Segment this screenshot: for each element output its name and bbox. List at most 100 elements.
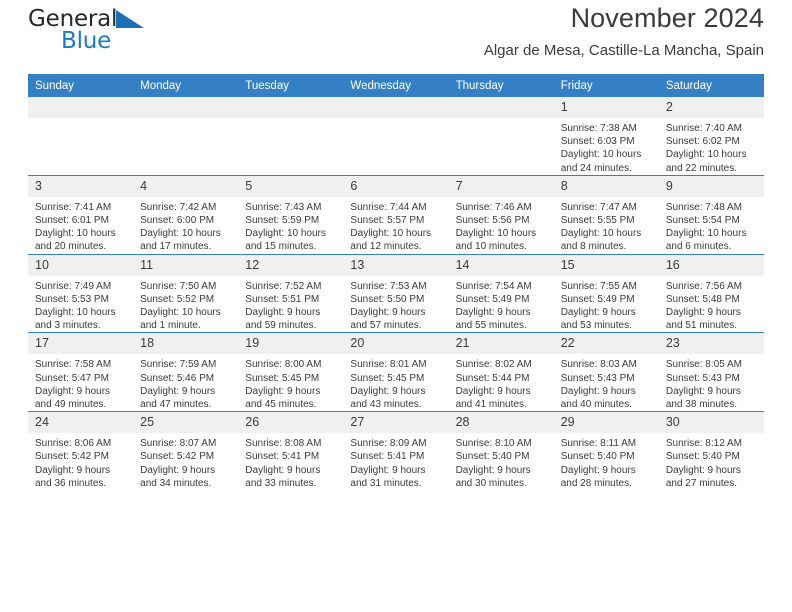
calendar-day-cell[interactable]: 23 Sunrise: 8:05 AM Sunset: 5:43 PM Dayligh… xyxy=(658,332,764,412)
day-details: Sunrise: 7:41 AM Sunset: 6:01 PM Daylight:… xyxy=(28,197,133,254)
sunset-text: Sunset: 5:46 PM xyxy=(140,372,215,384)
sunset-text: Sunset: 6:01 PM xyxy=(35,215,109,227)
general-blue-logo[interactable]: General Blue xyxy=(28,8,145,53)
calendar-day-cell[interactable]: 3 Sunrise: 7:41 AM Sunset: 6:01 PM Daylight… xyxy=(28,174,134,255)
daylight-text: Daylight: 10 hours and 24 minutes. xyxy=(560,149,642,174)
calendar-day-cell[interactable]: 4 Sunrise: 7:42 AM Sunset: 6:00 PM Daylight… xyxy=(133,174,239,255)
calendar-day-cell[interactable]: 16 Sunrise: 7:56 AM Sunset: 5:48 PM Dayligh… xyxy=(658,253,764,333)
calendar-day-cell[interactable]: 8 Sunrise: 7:47 AM Sunset: 5:55 PM Daylight… xyxy=(553,174,659,255)
calendar-day-cell[interactable]: 27 Sunrise: 8:09 AM Sunset: 5:41 PM Dayligh… xyxy=(343,411,449,491)
sunrise-text: Sunrise: 8:07 AM xyxy=(140,438,217,450)
calendar-day-cell[interactable]: 28 Sunrise: 8:10 AM Sunset: 5:40 PM Dayligh… xyxy=(448,411,554,491)
day-details: Sunrise: 7:44 AM Sunset: 5:57 PM Daylight:… xyxy=(343,197,448,254)
day-details: Sunrise: 8:01 AM Sunset: 5:45 PM Daylight:… xyxy=(343,354,448,411)
calendar-day-cell[interactable]: 18 Sunrise: 7:59 AM Sunset: 5:46 PM Dayligh… xyxy=(133,332,239,412)
page-subtitle: Algar de Mesa, Castille-La Mancha, Spain xyxy=(483,41,764,59)
sunset-text: Sunset: 5:42 PM xyxy=(35,451,109,463)
day-number: 15 xyxy=(553,254,659,276)
calendar-week-row: 1 Sunrise: 7:38 AM Sunset: 6:03 PM Daylight… xyxy=(28,97,764,176)
sunrise-text: Sunrise: 7:52 AM xyxy=(245,280,322,292)
weekday-header-sunday: Sunday xyxy=(28,74,134,97)
sunset-text: Sunset: 5:52 PM xyxy=(140,293,215,305)
calendar-day-cell[interactable]: 12 Sunrise: 7:52 AM Sunset: 5:51 PM Dayligh… xyxy=(238,253,344,333)
calendar-day-cell[interactable]: 10 Sunrise: 7:49 AM Sunset: 5:53 PM Dayligh… xyxy=(28,253,134,333)
sunset-text: Sunset: 6:03 PM xyxy=(560,136,635,148)
calendar-day-cell[interactable]: 1 Sunrise: 7:38 AM Sunset: 6:03 PM Daylight… xyxy=(553,97,659,176)
calendar-day-cell[interactable]: 21 Sunrise: 8:02 AM Sunset: 5:44 PM Dayligh… xyxy=(448,332,554,412)
day-details: Sunrise: 7:49 AM Sunset: 5:53 PM Daylight:… xyxy=(28,276,133,333)
day-number: 20 xyxy=(343,333,449,355)
sunrise-text: Sunrise: 8:10 AM xyxy=(455,438,532,450)
calendar-cell-empty xyxy=(28,97,134,176)
sunset-text: Sunset: 5:49 PM xyxy=(560,293,635,305)
calendar-day-cell[interactable]: 5 Sunrise: 7:43 AM Sunset: 5:59 PM Daylight… xyxy=(238,174,344,255)
calendar-cell-empty xyxy=(448,97,554,176)
day-number: 13 xyxy=(343,254,449,276)
calendar-day-cell[interactable]: 2 Sunrise: 7:40 AM Sunset: 6:02 PM Daylight… xyxy=(658,97,764,176)
calendar-week-row: 17 Sunrise: 7:58 AM Sunset: 5:47 PM Dayligh… xyxy=(28,332,764,412)
calendar-day-cell[interactable]: 9 Sunrise: 7:48 AM Sunset: 5:54 PM Daylight… xyxy=(658,174,764,255)
day-details: Sunrise: 8:09 AM Sunset: 5:41 PM Daylight:… xyxy=(343,433,448,490)
daylight-text: Daylight: 10 hours and 12 minutes. xyxy=(350,228,432,253)
calendar-day-cell[interactable]: 30 Sunrise: 8:12 AM Sunset: 5:40 PM Dayligh… xyxy=(658,411,764,491)
calendar-page: General Blue November 2024 Algar de Mesa… xyxy=(0,0,792,612)
weekday-header-wednesday: Wednesday xyxy=(343,74,449,97)
calendar-day-cell[interactable]: 22 Sunrise: 8:03 AM Sunset: 5:43 PM Dayligh… xyxy=(553,332,659,412)
calendar-day-cell[interactable]: 7 Sunrise: 7:46 AM Sunset: 5:56 PM Daylight… xyxy=(448,174,554,255)
logo-triangle-icon xyxy=(116,10,145,33)
daylight-text: Daylight: 9 hours and 40 minutes. xyxy=(560,385,636,411)
calendar-day-cell[interactable]: 17 Sunrise: 7:58 AM Sunset: 5:47 PM Dayligh… xyxy=(28,332,134,412)
day-number: 7 xyxy=(448,175,554,197)
calendar-day-cell[interactable]: 24 Sunrise: 8:06 AM Sunset: 5:42 PM Dayligh… xyxy=(28,411,134,491)
sunrise-text: Sunrise: 8:05 AM xyxy=(665,359,742,371)
sunset-text: Sunset: 5:42 PM xyxy=(140,451,215,463)
sunrise-sunset-calendar: Sunday Monday Tuesday Wednesday Thursday Frid… xyxy=(28,74,764,491)
calendar-day-cell[interactable]: 15 Sunrise: 7:55 AM Sunset: 5:49 PM Dayligh… xyxy=(553,253,659,333)
calendar-day-cell[interactable]: 25 Sunrise: 8:07 AM Sunset: 5:42 PM Dayligh… xyxy=(133,411,239,491)
day-number xyxy=(343,97,449,118)
day-details: Sunrise: 7:55 AM Sunset: 5:49 PM Daylight:… xyxy=(554,276,659,333)
page-header: General Blue November 2024 Algar de Mesa… xyxy=(28,0,764,74)
day-details: Sunrise: 8:02 AM Sunset: 5:44 PM Daylight:… xyxy=(449,354,554,411)
day-number: 3 xyxy=(28,175,134,197)
daylight-text: Daylight: 9 hours and 34 minutes. xyxy=(140,464,216,489)
daylight-text: Daylight: 10 hours and 17 minutes. xyxy=(140,228,221,253)
sunset-text: Sunset: 5:57 PM xyxy=(350,215,425,227)
daylight-text: Daylight: 9 hours and 59 minutes. xyxy=(245,307,321,332)
day-number: 22 xyxy=(553,333,659,355)
weekday-header-monday: Monday xyxy=(133,74,239,97)
day-details: Sunrise: 7:58 AM Sunset: 5:47 PM Daylight:… xyxy=(28,354,133,411)
sunset-text: Sunset: 5:50 PM xyxy=(350,293,425,305)
calendar-day-cell[interactable]: 19 Sunrise: 8:00 AM Sunset: 5:45 PM Dayligh… xyxy=(238,332,344,412)
sunset-text: Sunset: 5:59 PM xyxy=(245,215,320,227)
day-details: Sunrise: 8:06 AM Sunset: 5:42 PM Daylight:… xyxy=(28,433,133,490)
calendar-day-cell[interactable]: 26 Sunrise: 8:08 AM Sunset: 5:41 PM Dayligh… xyxy=(238,411,344,491)
day-details: Sunrise: 8:03 AM Sunset: 5:43 PM Daylight:… xyxy=(554,354,659,411)
sunrise-text: Sunrise: 7:58 AM xyxy=(35,359,112,371)
sunrise-text: Sunrise: 8:11 AM xyxy=(560,438,637,450)
calendar-day-cell[interactable]: 14 Sunrise: 7:54 AM Sunset: 5:49 PM Dayligh… xyxy=(448,253,554,333)
sunrise-text: Sunrise: 7:53 AM xyxy=(350,280,427,292)
sunrise-text: Sunrise: 7:49 AM xyxy=(35,280,112,292)
sunrise-text: Sunrise: 7:48 AM xyxy=(665,201,742,213)
calendar-day-cell[interactable]: 29 Sunrise: 8:11 AM Sunset: 5:40 PM Dayligh… xyxy=(553,411,659,491)
calendar-week-row: 3 Sunrise: 7:41 AM Sunset: 6:01 PM Daylight… xyxy=(28,174,764,255)
day-details: Sunrise: 7:40 AM Sunset: 6:02 PM Daylight:… xyxy=(659,118,764,175)
day-number: 9 xyxy=(658,175,764,197)
day-number: 12 xyxy=(238,254,344,276)
daylight-text: Daylight: 10 hours and 20 minutes. xyxy=(35,228,116,253)
daylight-text: Daylight: 9 hours and 36 minutes. xyxy=(35,464,111,489)
day-details: Sunrise: 7:48 AM Sunset: 5:54 PM Daylight:… xyxy=(659,197,764,254)
calendar-day-cell[interactable]: 6 Sunrise: 7:44 AM Sunset: 5:57 PM Daylight… xyxy=(343,174,449,255)
sunset-text: Sunset: 5:43 PM xyxy=(665,372,740,384)
sunrise-text: Sunrise: 7:54 AM xyxy=(455,280,532,292)
day-details: Sunrise: 7:38 AM Sunset: 6:03 PM Daylight:… xyxy=(554,118,659,175)
calendar-day-cell[interactable]: 13 Sunrise: 7:53 AM Sunset: 5:50 PM Dayligh… xyxy=(343,253,449,333)
calendar-day-cell[interactable]: 11 Sunrise: 7:50 AM Sunset: 5:52 PM Dayligh… xyxy=(133,253,239,333)
sunset-text: Sunset: 5:45 PM xyxy=(245,372,320,384)
daylight-text: Daylight: 9 hours and 31 minutes. xyxy=(350,464,426,489)
sunset-text: Sunset: 5:56 PM xyxy=(455,215,530,227)
daylight-text: Daylight: 9 hours and 47 minutes. xyxy=(140,385,216,411)
day-number: 19 xyxy=(238,333,344,355)
calendar-day-cell[interactable]: 20 Sunrise: 8:01 AM Sunset: 5:45 PM Dayligh… xyxy=(343,332,449,412)
